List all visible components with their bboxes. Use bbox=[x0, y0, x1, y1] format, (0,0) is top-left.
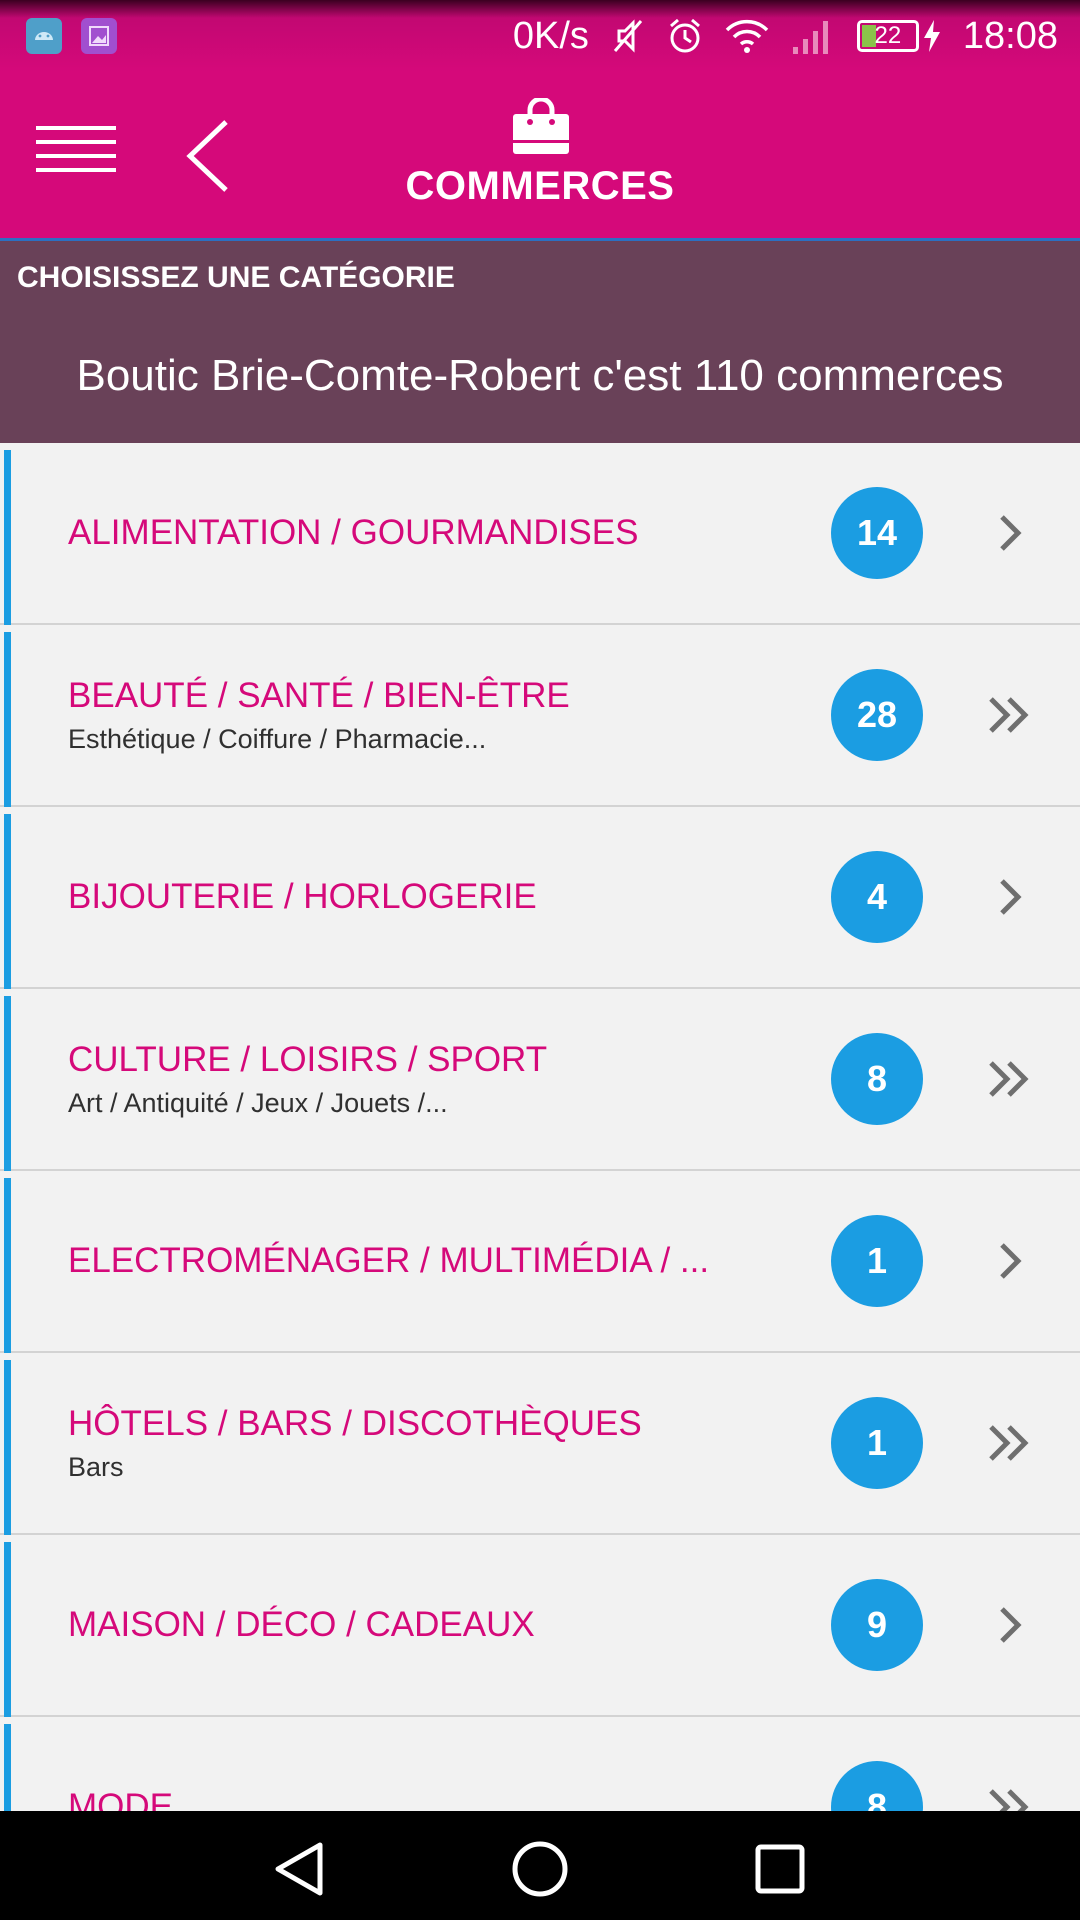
category-title: MODE bbox=[68, 1787, 173, 1811]
category-count-badge: 1 bbox=[831, 1215, 923, 1307]
row-accent-bar bbox=[4, 1542, 11, 1718]
chevron-right-icon bbox=[1000, 1607, 1022, 1643]
category-row-beaute[interactable]: BEAUTÉ / SANTÉ / BIEN-ÊTRE Esthétique / … bbox=[0, 625, 1080, 808]
category-row-mode[interactable]: MODE 8 bbox=[0, 1717, 1080, 1811]
mute-icon bbox=[613, 19, 643, 53]
system-nav-bar bbox=[0, 1811, 1080, 1920]
page-title: COMMERCES bbox=[405, 164, 675, 208]
row-accent-bar bbox=[4, 1724, 11, 1811]
category-list: ALIMENTATION / GOURMANDISES 14 BEAUTÉ / … bbox=[0, 443, 1080, 1811]
category-title: BIJOUTERIE / HORLOGERIE bbox=[68, 877, 537, 916]
app-bar: COMMERCES bbox=[0, 72, 1080, 241]
chevron-right-icon bbox=[1000, 515, 1022, 551]
category-row-electromenager[interactable]: ELECTROMÉNAGER / MULTIMÉDIA / ... 1 bbox=[0, 1171, 1080, 1354]
category-title: ALIMENTATION / GOURMANDISES bbox=[68, 513, 639, 552]
category-row-maison[interactable]: MAISON / DÉCO / CADEAUX 9 bbox=[0, 1535, 1080, 1718]
double-chevron-right-icon bbox=[989, 1789, 1029, 1811]
gallery-icon bbox=[81, 18, 117, 54]
category-count-badge: 4 bbox=[831, 851, 923, 943]
android-icon bbox=[26, 18, 62, 54]
category-header: CHOISISSEZ UNE CATÉGORIE Boutic Brie-Com… bbox=[0, 241, 1080, 443]
category-subtitle: Art / Antiquité / Jeux / Jouets /... bbox=[68, 1087, 448, 1118]
category-count-badge: 14 bbox=[831, 487, 923, 579]
category-title: MAISON / DÉCO / CADEAUX bbox=[68, 1605, 535, 1644]
category-count-badge: 1 bbox=[831, 1397, 923, 1489]
category-title: BEAUTÉ / SANTÉ / BIEN-ÊTRE bbox=[68, 675, 570, 715]
category-subtitle: Bars bbox=[68, 1451, 124, 1482]
status-bar: 0K/s 22 18:08 bbox=[0, 0, 1080, 72]
shop-count-tagline: Boutic Brie-Comte-Robert c'est 110 comme… bbox=[76, 351, 1004, 400]
shopping-bag-icon bbox=[513, 98, 569, 154]
clock-time: 18:08 bbox=[962, 14, 1058, 57]
row-accent-bar bbox=[4, 1178, 11, 1354]
charging-icon bbox=[923, 20, 940, 52]
category-row-culture[interactable]: CULTURE / LOISIRS / SPORT Art / Antiquit… bbox=[0, 989, 1080, 1172]
category-count-badge: 9 bbox=[831, 1579, 923, 1671]
category-title: HÔTELS / BARS / DISCOTHÈQUES bbox=[68, 1403, 642, 1443]
category-count-badge: 8 bbox=[831, 1761, 923, 1811]
row-accent-bar bbox=[4, 814, 11, 990]
battery-icon: 22 bbox=[856, 20, 919, 52]
double-chevron-right-icon bbox=[989, 1061, 1029, 1097]
category-row-hotels[interactable]: HÔTELS / BARS / DISCOTHÈQUES Bars 1 bbox=[0, 1353, 1080, 1536]
category-count-badge: 28 bbox=[831, 669, 923, 761]
wifi-icon bbox=[725, 19, 769, 53]
battery-level: 22 bbox=[874, 22, 902, 49]
row-accent-bar bbox=[4, 632, 11, 808]
double-chevron-right-icon bbox=[989, 697, 1029, 733]
double-chevron-right-icon bbox=[989, 1425, 1029, 1461]
category-row-alimentation[interactable]: ALIMENTATION / GOURMANDISES 14 bbox=[0, 443, 1080, 626]
row-accent-bar bbox=[4, 1360, 11, 1536]
signal-icon bbox=[792, 21, 828, 54]
category-row-bijouterie[interactable]: BIJOUTERIE / HORLOGERIE 4 bbox=[0, 807, 1080, 990]
chevron-right-icon bbox=[1000, 1243, 1022, 1279]
nav-home-icon[interactable] bbox=[510, 1839, 570, 1899]
category-title: ELECTROMÉNAGER / MULTIMÉDIA / ... bbox=[68, 1241, 710, 1280]
row-accent-bar bbox=[4, 996, 11, 1172]
nav-recents-icon[interactable] bbox=[750, 1839, 810, 1899]
nav-back-icon[interactable] bbox=[270, 1839, 330, 1899]
network-speed: 0K/s bbox=[512, 14, 589, 57]
chevron-right-icon bbox=[1000, 879, 1022, 915]
category-title: CULTURE / LOISIRS / SPORT bbox=[68, 1039, 548, 1079]
alarm-icon bbox=[669, 18, 700, 53]
category-count-badge: 8 bbox=[831, 1033, 923, 1125]
choose-category-label: CHOISISSEZ UNE CATÉGORIE bbox=[17, 261, 455, 294]
row-accent-bar bbox=[4, 450, 11, 626]
category-subtitle: Esthétique / Coiffure / Pharmacie... bbox=[68, 723, 487, 754]
